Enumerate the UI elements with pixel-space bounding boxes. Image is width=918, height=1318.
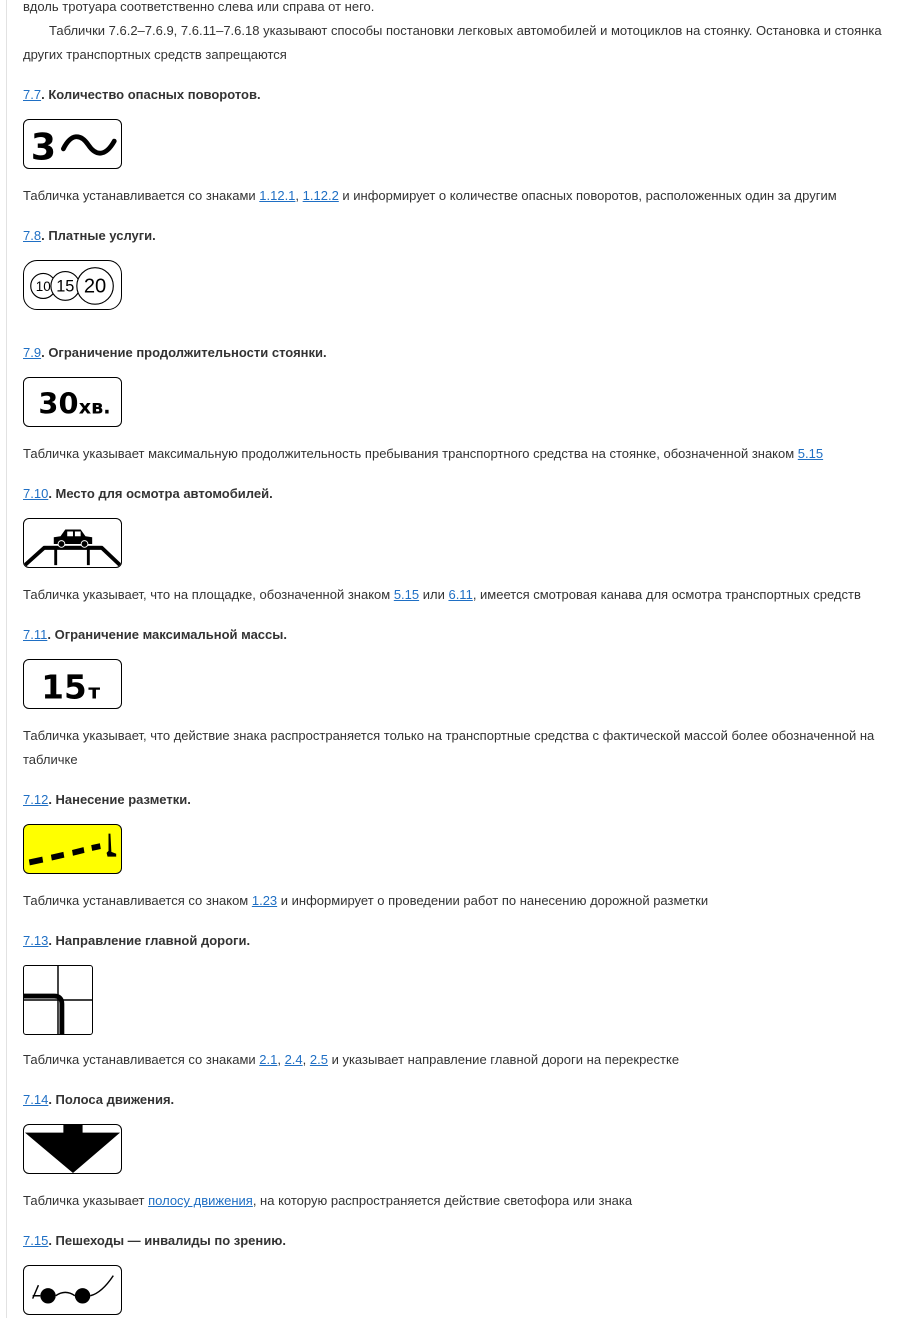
desc-text: Табличка устанавливается со знаками [23,188,260,203]
circle-20-label: 20 [84,276,106,298]
desc-text: и указывает направление главной дороги н… [327,1052,680,1067]
link-7-12[interactable]: 7.12 [23,792,48,807]
heading-7-10: 7.10. Место для осмотра автомобилей. [23,486,273,501]
desc-7-13: Табличка устанавливается со знаками 2.1,… [23,1048,679,1072]
link-7-15[interactable]: 7.15 [23,1233,48,1248]
sign-7-14 [23,1124,122,1174]
link-7-10[interactable]: 7.10 [23,486,48,501]
sign-number: 15 [41,668,86,706]
road-marking-icon [28,833,117,866]
link-lane[interactable]: полосу движения [148,1193,253,1208]
sign-7-12 [23,824,122,874]
heading-7-7: 7.7. Количество опасных поворотов. [23,87,261,102]
link-6-11[interactable]: 6.11 [448,587,472,602]
link-7-9[interactable]: 7.9 [23,345,41,360]
link-7-8[interactable]: 7.8 [23,228,41,243]
link-1-12-2[interactable]: 1.12.2 [303,188,339,203]
left-border [6,0,7,1318]
sign-7-11: 15 т [23,659,122,709]
sign-number: 30 [38,387,78,421]
desc-7-10: Табличка указывает, что на площадке, обо… [23,583,861,607]
wavy-line-icon [60,134,117,156]
link-1-23[interactable]: 1.23 [252,893,277,908]
heading-title: Нанесение разметки. [55,792,191,807]
desc-7-7: Табличка устанавливается со знаками 1.12… [23,184,837,208]
desc-text: Табличка указывает максимальную продолжи… [23,446,798,461]
desc-text: и информирует о количестве опасных повор… [338,188,837,203]
link-2-1[interactable]: 2.1 [259,1052,277,1067]
link-5-15[interactable]: 5.15 [798,446,823,461]
sign-7-15 [23,1265,122,1315]
main-road-direction-icon [24,966,92,1034]
link-7-11[interactable]: 7.11 [23,627,47,642]
desc-text: Табличка указывает [23,1193,149,1208]
link-7-7[interactable]: 7.7 [23,87,41,102]
sign-unit: т [88,679,100,703]
desc-text: и информирует о проведении работ по нане… [277,893,709,908]
heading-7-11: 7.11. Ограничение максимальной массы. [23,627,287,642]
desc-text: Табличка устанавливается со знаком [23,893,252,908]
sign-7-13 [23,965,93,1035]
desc-7-11: Табличка указывает, что действие знака р… [23,728,875,767]
link-7-13[interactable]: 7.13 [23,933,48,948]
desc-sep: , [295,188,303,203]
heading-title: Место для осмотра автомобилей. [55,486,273,501]
desc-text: , на которую распространяется действие с… [252,1193,633,1208]
desc-sep: , [302,1052,310,1067]
heading-title: Направление главной дороги. [55,933,251,948]
heading-title: Ограничение продолжительности стоянки. [48,345,327,360]
desc-sep: или [419,587,449,602]
heading-7-8: 7.8. Платные услуги. [23,228,156,243]
heading-7-13: 7.13. Направление главной дороги. [23,933,251,948]
desc-text: Табличка устанавливается со знаками [23,1052,260,1067]
heading-7-15: 7.15. Пешеходы — инвалиды по зрению. [23,1233,286,1248]
sign-7-7: 3 [23,119,122,169]
sign-number: 3 [31,125,56,168]
desc-text: , имеется смотровая канава для осмотра т… [472,587,861,602]
intro-text: вдоль тротуара соответственно слева или … [23,0,375,14]
desc-7-9: Табличка указывает максимальную продолжи… [23,442,823,466]
heading-title: Пешеходы — инвалиды по зрению. [55,1233,286,1248]
sign-7-8: 10 15 20 [23,260,122,310]
dark-glasses-icon [31,1275,114,1304]
sign-7-10 [23,518,122,568]
sign-unit: хв. [79,396,111,419]
heading-7-9: 7.9. Ограничение продолжительности стоян… [23,345,327,360]
heading-7-12: 7.12. Нанесение разметки. [23,792,191,807]
desc-text: Табличка указывает, что на площадке, обо… [23,587,394,602]
heading-title: Платные услуги. [48,228,156,243]
heading-title: Ограничение максимальной массы. [54,627,287,642]
link-2-5[interactable]: 2.5 [310,1052,328,1067]
desc-sep: , [277,1052,285,1067]
intro-paragraph: Таблички 7.6.2–7.6.9, 7.6.11–7.6.18 указ… [23,23,882,62]
sign-7-9: 30 хв. [23,377,122,427]
heading-title: Полоса движения. [55,1092,175,1107]
car-on-ramp-icon [24,529,121,567]
desc-7-14: Табличка указывает полосу движения, на к… [23,1189,632,1213]
link-7-14[interactable]: 7.14 [23,1092,48,1107]
heading-7-14: 7.14. Полоса движения. [23,1092,175,1107]
circle-10-label: 10 [36,279,51,294]
link-1-12-1[interactable]: 1.12.1 [259,188,295,203]
lane-arrow-icon [24,1125,121,1173]
circle-15-label: 15 [56,278,74,296]
heading-title: Количество опасных поворотов. [48,87,261,102]
link-5-15[interactable]: 5.15 [394,587,419,602]
link-2-4[interactable]: 2.4 [285,1052,303,1067]
desc-7-12: Табличка устанавливается со знаком 1.23 … [23,889,708,913]
